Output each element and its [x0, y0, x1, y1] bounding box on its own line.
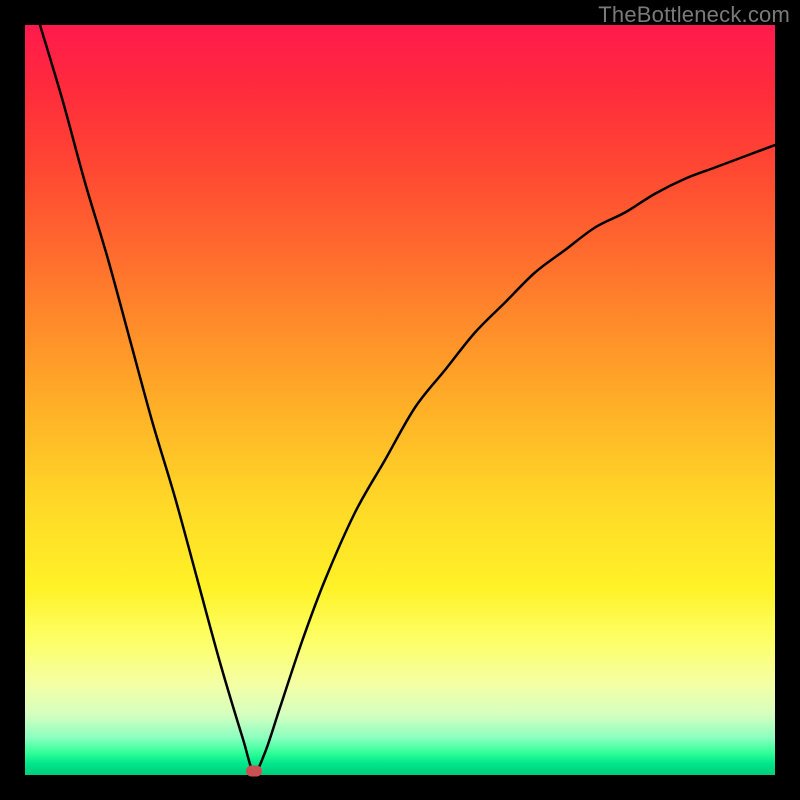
chart-frame: TheBottleneck.com	[0, 0, 800, 800]
optimal-point-marker	[246, 766, 262, 777]
bottleneck-curve	[25, 25, 775, 775]
plot-area	[25, 25, 775, 775]
